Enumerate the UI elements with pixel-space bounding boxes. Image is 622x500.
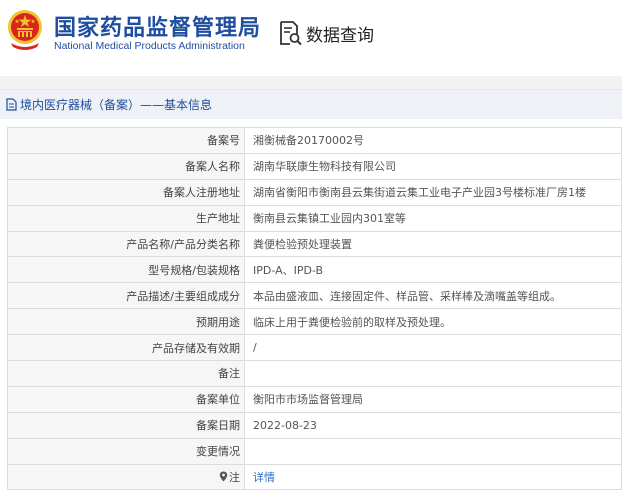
row-value-filing-date: 2022-08-23 — [244, 411, 622, 439]
row-value-storage-validity: / — [244, 334, 622, 362]
row-value-product-name: 粪便检验预处理装置 — [244, 230, 622, 258]
document-search-icon — [280, 21, 302, 46]
row-label-model-spec: 型号规格/包装规格 — [7, 256, 245, 284]
row-label-filer-name: 备案人名称 — [7, 152, 245, 180]
row-value-note: 详情 — [244, 463, 622, 491]
site-header: 国家药品监督管理局 National Medical Products Admi… — [0, 0, 622, 62]
row-value-intended-use: 临床上用于粪便检验前的取样及预处理。 — [244, 308, 622, 336]
table-row: 产品存储及有效期 / — [7, 334, 622, 362]
table-row: 预期用途 临床上用于粪便检验前的取样及预处理。 — [7, 308, 622, 336]
document-icon — [6, 98, 17, 111]
row-label-filing-date: 备案日期 — [7, 411, 245, 439]
table-row: 产品名称/产品分类名称 粪便检验预处理装置 — [7, 230, 622, 258]
row-value-change-status — [244, 437, 622, 465]
table-row: 备案日期 2022-08-23 — [7, 411, 622, 439]
row-label-change-status: 变更情况 — [7, 437, 245, 465]
row-value-remarks — [244, 360, 622, 387]
table-row: 生产地址 衡南县云集镇工业园内301室等 — [7, 204, 622, 232]
table-row: 备案号 湘衡械备20170002号 — [7, 127, 622, 154]
row-label-product-description: 产品描述/主要组成成分 — [7, 282, 245, 310]
table-row: 变更情况 — [7, 437, 622, 465]
table-row: 备案单位 衡阳市市场监督管理局 — [7, 385, 622, 413]
row-label-note: 注 — [7, 463, 245, 491]
row-value-filer-name: 湖南华联康生物科技有限公司 — [244, 152, 622, 180]
row-label-storage-validity: 产品存储及有效期 — [7, 334, 245, 362]
table-row: 备注 — [7, 360, 622, 387]
header-divider — [0, 76, 622, 89]
row-label-remarks: 备注 — [7, 360, 245, 387]
row-label-intended-use: 预期用途 — [7, 308, 245, 336]
row-label-production-address: 生产地址 — [7, 204, 245, 232]
table-row: 备案人注册地址 湖南省衡阳市衡南县云集街道云集工业电子产业园3号楼标准厂房1楼 — [7, 178, 622, 206]
row-value-record-number: 湘衡械备20170002号 — [244, 127, 622, 154]
note-label-text: 注 — [229, 471, 240, 485]
row-value-product-description: 本品由盛液皿、连接固定件、样品管、采样棒及滴嘴盖等组成。 — [244, 282, 622, 310]
row-label-product-name: 产品名称/产品分类名称 — [7, 230, 245, 258]
data-query-link[interactable]: 数据查询 — [278, 19, 374, 47]
row-label-record-number: 备案号 — [7, 127, 245, 154]
details-link[interactable]: 详情 — [253, 471, 275, 484]
row-value-filer-address: 湖南省衡阳市衡南县云集街道云集工业电子产业园3号楼标准厂房1楼 — [244, 178, 622, 206]
org-name-en: National Medical Products Administration — [54, 40, 245, 52]
org-name-cn: 国家药品监督管理局 — [54, 16, 262, 41]
row-value-production-address: 衡南县云集镇工业园内301室等 — [244, 204, 622, 232]
national-emblem-icon — [8, 10, 42, 50]
row-value-filing-unit: 衡阳市市场监督管理局 — [244, 385, 622, 413]
location-pin-icon — [219, 471, 228, 482]
table-row: 产品描述/主要组成成分 本品由盛液皿、连接固定件、样品管、采样棒及滴嘴盖等组成。 — [7, 282, 622, 310]
row-label-filer-address: 备案人注册地址 — [7, 178, 245, 206]
data-query-title: 数据查询 — [306, 25, 374, 46]
table-row: 注 详情 — [7, 463, 622, 491]
breadcrumb-text: 境内医疗器械（备案）——基本信息 — [20, 98, 213, 112]
table-row: 备案人名称 湖南华联康生物科技有限公司 — [7, 152, 622, 180]
breadcrumb: 境内医疗器械（备案）——基本信息 — [0, 89, 622, 119]
table-row: 型号规格/包装规格 IPD-A、IPD-B — [7, 256, 622, 284]
row-value-model-spec: IPD-A、IPD-B — [244, 256, 622, 284]
basic-info-table: 备案号 湘衡械备20170002号 备案人名称 湖南华联康生物科技有限公司 备案… — [7, 127, 622, 491]
row-label-filing-unit: 备案单位 — [7, 385, 245, 413]
